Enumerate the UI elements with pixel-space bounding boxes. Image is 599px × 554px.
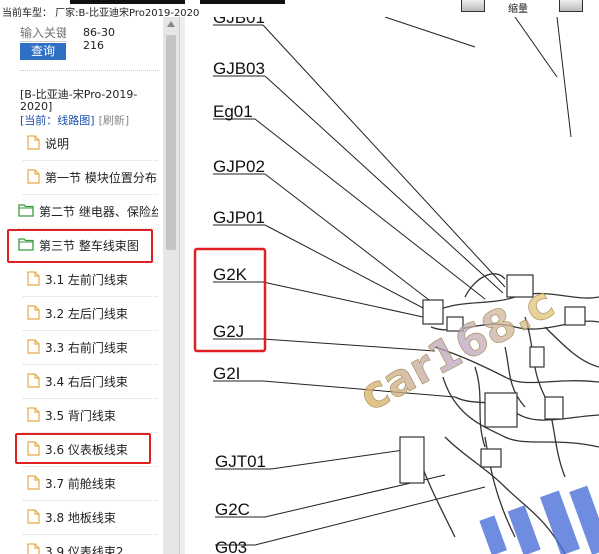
diagram-label[interactable]: G2K bbox=[213, 265, 248, 284]
toolbar-strip bbox=[70, 0, 185, 4]
scroll-up-icon[interactable] bbox=[167, 21, 175, 27]
diagram-label[interactable]: GJB03 bbox=[213, 59, 265, 78]
file-icon bbox=[27, 475, 40, 490]
file-icon bbox=[27, 373, 40, 388]
tree-item-label: 3.1 左前门线束 bbox=[45, 273, 128, 287]
tree-item[interactable]: 3.9 仪表线束2 bbox=[23, 534, 158, 554]
file-icon bbox=[27, 407, 40, 422]
tree-item[interactable]: 3.2 左后门线束 bbox=[23, 296, 158, 331]
divider bbox=[20, 70, 160, 71]
tree-item-label: 3.8 地板线束 bbox=[45, 511, 116, 525]
diagram-label[interactable]: GJP02 bbox=[213, 157, 265, 176]
tree-item[interactable]: 第一节 模块位置分布 bbox=[23, 160, 158, 195]
diagram-label[interactable]: G2C bbox=[215, 500, 250, 519]
tree-item[interactable]: 3.3 右前门线束 bbox=[23, 330, 158, 365]
file-icon bbox=[27, 271, 40, 286]
tree-item[interactable]: 3.1 左前门线束 bbox=[23, 262, 158, 297]
top-bar: 当前车型： 厂家:B-比亚迪宋Pro2019-2020 缩量 bbox=[0, 0, 599, 19]
highlight-box bbox=[7, 229, 153, 263]
tree-item[interactable]: 3.4 右后门线束 bbox=[23, 364, 158, 399]
file-icon bbox=[27, 305, 40, 320]
diagram-label[interactable]: GJP01 bbox=[213, 208, 265, 227]
tree-item-label: 3.3 右前门线束 bbox=[45, 341, 128, 355]
tree-item-label: 3.5 背门线束 bbox=[45, 409, 116, 423]
vehicle-code: 86-30216 bbox=[83, 26, 115, 52]
diagram-label[interactable]: Eg01 bbox=[213, 102, 253, 121]
tree-item[interactable]: 3.7 前舱线束 bbox=[23, 466, 158, 501]
tree-item-label: 3.2 左后门线束 bbox=[45, 307, 128, 321]
diagram-label[interactable]: G03 bbox=[215, 538, 247, 554]
tree-item[interactable]: 3.8 地板线束 bbox=[23, 500, 158, 535]
watermark-glyphs bbox=[479, 485, 599, 554]
folder-icon bbox=[18, 203, 34, 218]
search-button[interactable]: 查询 bbox=[20, 43, 66, 60]
tree-item[interactable]: 3.5 背门线束 bbox=[23, 398, 158, 433]
catalog-panel: 查询 86-30216 [B-比亚迪-宋Pro-2019-2020] [当前：线… bbox=[0, 17, 163, 554]
tree-scrollbar[interactable] bbox=[163, 17, 179, 554]
file-icon bbox=[27, 135, 40, 150]
diagram-label[interactable]: G2I bbox=[213, 364, 240, 383]
diagram-label[interactable]: G2J bbox=[213, 322, 244, 341]
wiring-diagram[interactable]: GJB01 GJB03 Eg01 GJP02 GJP01 G2K G2J G2I… bbox=[185, 17, 599, 554]
diagram-label[interactable]: GJB01 bbox=[213, 17, 265, 27]
tree-item[interactable]: 第二节 继电器、保险丝 bbox=[18, 194, 158, 229]
scroll-thumb[interactable] bbox=[166, 35, 176, 250]
car-title: [B-比亚迪-宋Pro-2019-2020] bbox=[20, 88, 138, 113]
tree-item-label: 第一节 模块位置分布 bbox=[45, 171, 157, 185]
window-icon[interactable] bbox=[461, 0, 485, 12]
tree-item-label: 3.4 右后门线束 bbox=[45, 375, 128, 389]
zoom-label[interactable]: 缩量 bbox=[508, 0, 528, 15]
window-icon[interactable] bbox=[559, 0, 583, 12]
highlight-box bbox=[15, 433, 151, 464]
search-input[interactable] bbox=[20, 25, 66, 42]
tree-item[interactable]: 说明 bbox=[23, 126, 158, 161]
tree-item-label: 说明 bbox=[45, 137, 70, 151]
file-icon bbox=[27, 543, 40, 554]
tree-item-label: 3.9 仪表线束2 bbox=[45, 545, 124, 554]
file-icon bbox=[27, 169, 40, 184]
diagram-labels: GJB01 GJB03 Eg01 GJP02 GJP01 G2K G2J G2I… bbox=[213, 17, 266, 554]
file-icon bbox=[27, 509, 40, 524]
diagram-canvas: GJB01 GJB03 Eg01 GJP02 GJP01 G2K G2J G2I… bbox=[193, 17, 599, 554]
tree-item-label: 第二节 继电器、保险丝 bbox=[39, 205, 158, 219]
toolbar-strip bbox=[200, 0, 285, 4]
tree-item-label: 3.7 前舱线束 bbox=[45, 477, 116, 491]
file-icon bbox=[27, 339, 40, 354]
diagram-label[interactable]: GJT01 bbox=[215, 452, 266, 471]
